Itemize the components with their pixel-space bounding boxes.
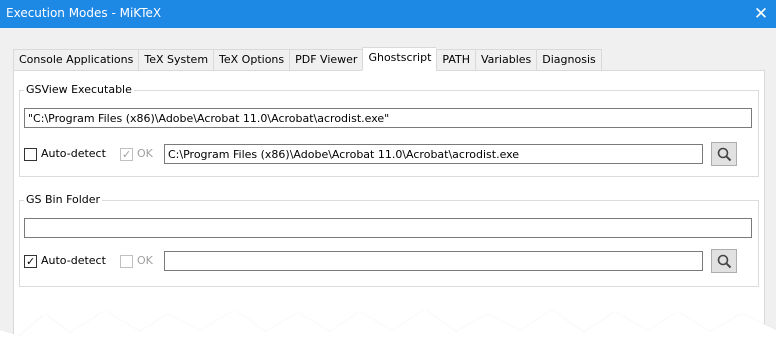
- checkbox-box: [120, 254, 133, 268]
- checkmark-icon: ✓: [122, 147, 132, 161]
- gsbin-autodetect-label: Auto-detect: [41, 254, 106, 267]
- gsview-autodetect-checkbox[interactable]: Auto-detect: [24, 146, 106, 162]
- gsbin-group-label: GS Bin Folder: [24, 193, 103, 206]
- checkbox-box: [24, 147, 37, 161]
- gsbin-autodetect-checkbox[interactable]: ✓ Auto-detect: [24, 253, 106, 269]
- gsview-ok-label: OK: [137, 147, 153, 160]
- tab-strip: Console Applications TeX System TeX Opti…: [13, 47, 602, 71]
- gsbin-browse-button[interactable]: [711, 249, 737, 273]
- search-icon: [717, 147, 732, 162]
- tab-path[interactable]: PATH: [436, 49, 475, 71]
- tab-pdf-viewer[interactable]: PDF Viewer: [289, 49, 363, 71]
- tab-console-applications[interactable]: Console Applications: [13, 49, 139, 71]
- window-title: Execution Modes - MiKTeX: [6, 6, 162, 20]
- ghostscript-panel: GSView Executable "C:\Program Files (x86…: [13, 70, 765, 339]
- tab-tex-system[interactable]: TeX System: [138, 49, 214, 71]
- gsview-path-input[interactable]: "C:\Program Files (x86)\Adobe\Acrobat 11…: [24, 108, 752, 128]
- checkbox-box: ✓: [24, 254, 37, 268]
- tab-tex-options[interactable]: TeX Options: [213, 49, 290, 71]
- gsview-browse-button[interactable]: [711, 142, 737, 166]
- gsview-group-label: GSView Executable: [24, 83, 134, 96]
- gsview-ok-checkbox: ✓ OK: [120, 146, 153, 162]
- torn-edge-decoration: [0, 310, 776, 339]
- tab-ghostscript[interactable]: Ghostscript: [362, 47, 437, 71]
- gsbin-ok-checkbox: OK: [120, 253, 153, 269]
- checkmark-icon: ✓: [26, 254, 36, 268]
- checkbox-box: ✓: [120, 147, 133, 161]
- gsbin-group: GS Bin Folder ✓ Auto-detect OK: [19, 193, 759, 287]
- dialog-window: Execution Modes - MiKTeX ✕ Console Appli…: [0, 0, 776, 339]
- search-icon: [717, 254, 732, 269]
- tab-variables[interactable]: Variables: [474, 49, 537, 71]
- gsbin-path-input[interactable]: [24, 218, 752, 238]
- gsview-group: GSView Executable "C:\Program Files (x86…: [19, 83, 759, 177]
- gsbin-ok-label: OK: [137, 254, 153, 267]
- tab-diagnosis[interactable]: Diagnosis: [536, 49, 602, 71]
- gsbin-resolved-path-field[interactable]: [164, 251, 703, 271]
- title-bar: Execution Modes - MiKTeX ✕: [0, 0, 776, 28]
- gsview-resolved-path-field[interactable]: C:\Program Files (x86)\Adobe\Acrobat 11.…: [164, 144, 703, 164]
- gsview-autodetect-label: Auto-detect: [41, 147, 106, 160]
- close-icon[interactable]: ✕: [746, 0, 776, 28]
